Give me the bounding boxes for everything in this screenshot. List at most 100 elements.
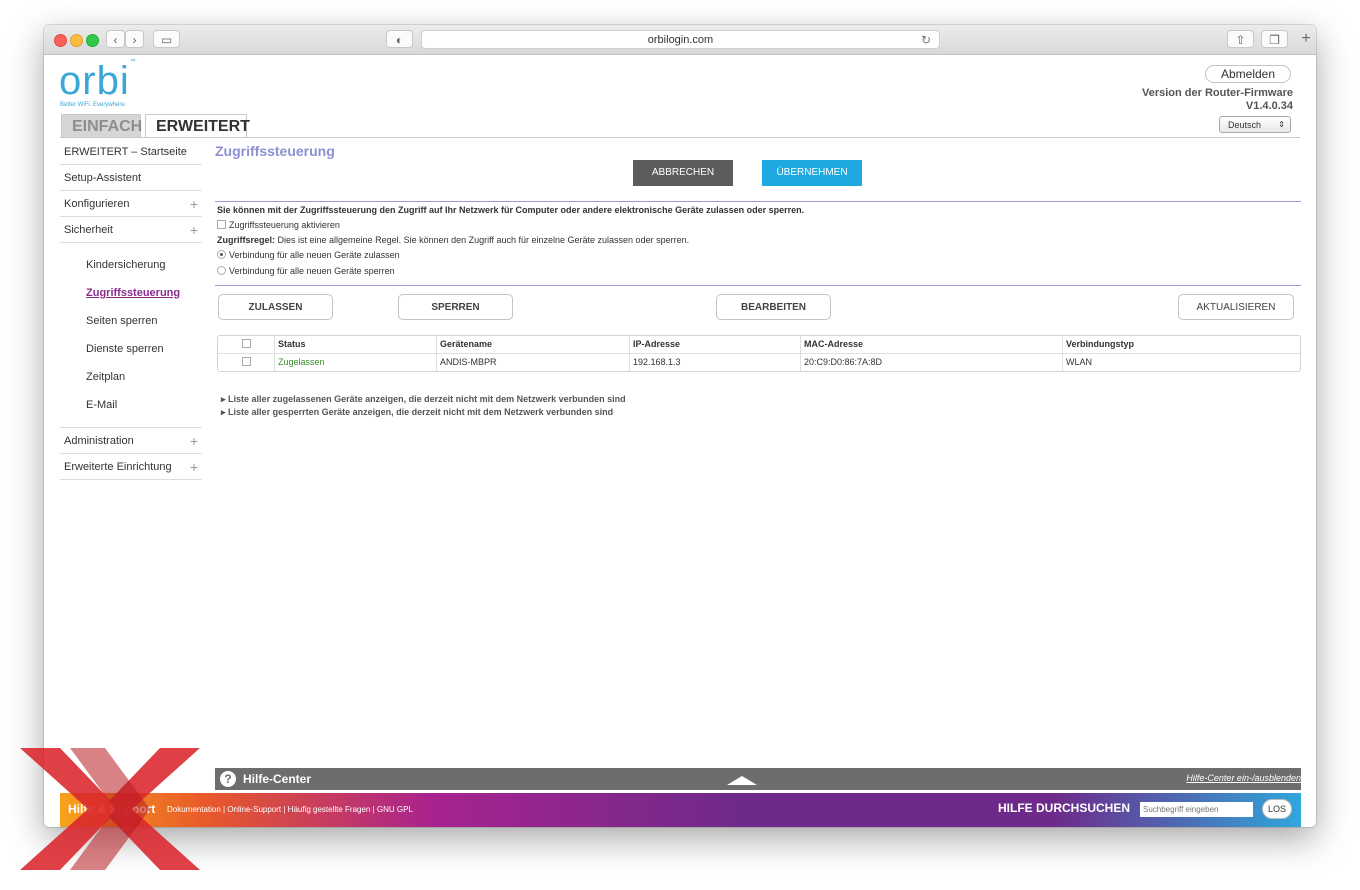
sidebar-sub-block-services[interactable]: Dienste sperren	[60, 335, 202, 363]
column-header-status[interactable]: Status	[274, 336, 436, 353]
device-mac: 20:C9:D0:86:7A:8D	[800, 354, 1062, 371]
column-header-mac[interactable]: MAC-Adresse	[800, 336, 1062, 353]
enable-access-control-row[interactable]: Zugriffssteuerung aktivieren	[217, 220, 340, 230]
cancel-button[interactable]: ABBRECHEN	[633, 160, 733, 186]
show-allowed-offline-link[interactable]: ▸ Liste aller zugelassenen Geräte anzeig…	[221, 394, 626, 405]
tab-erweitert[interactable]: ERWEITERT	[145, 114, 250, 138]
language-value: Deutsch	[1228, 120, 1262, 130]
column-header-device-name[interactable]: Gerätename	[436, 336, 629, 353]
access-rule-label: Zugriffsregel:	[217, 235, 276, 245]
radio-label: Verbindung für alle neuen Geräte zulasse…	[229, 250, 400, 260]
share-icon: ⇧	[1235, 33, 1246, 47]
help-center-toggle-link[interactable]: Hilfe-Center ein-/ausblenden	[1186, 773, 1301, 783]
edit-button[interactable]: BEARBEITEN	[716, 294, 831, 320]
help-search-label: HILFE DURCHSUCHEN	[998, 801, 1130, 815]
sidebar-spacer	[60, 419, 202, 428]
sidebar-sub-parental-control[interactable]: Kindersicherung	[60, 251, 202, 279]
sidebar-item-security[interactable]: Sicherheit +	[60, 217, 202, 243]
expand-plus-icon[interactable]: +	[190, 191, 198, 218]
help-expand-arrow-icon[interactable]	[727, 776, 757, 785]
sidebar-item-administration[interactable]: Administration +	[60, 428, 202, 454]
block-new-devices-row[interactable]: Verbindung für alle neuen Geräte sperren	[217, 266, 395, 276]
table-header-row: Status Gerätename IP-Adresse MAC-Adresse…	[218, 336, 1300, 354]
sidebar-sub-block-sites[interactable]: Seiten sperren	[60, 307, 202, 335]
sidebar-icon: ▭	[160, 33, 173, 47]
select-all-checkbox[interactable]	[241, 339, 251, 348]
logout-button[interactable]: Abmelden	[1205, 65, 1291, 83]
expand-plus-icon[interactable]: +	[190, 454, 198, 481]
minimize-window-button[interactable]	[70, 34, 83, 47]
new-tab-button[interactable]: +	[1296, 30, 1316, 48]
sidebar-item-configure[interactable]: Konfigurieren +	[60, 191, 202, 217]
device-ip: 192.168.1.3	[629, 354, 800, 371]
forward-button[interactable]: ›	[125, 30, 144, 48]
zoom-window-button[interactable]	[86, 34, 99, 47]
url-text: orbilogin.com	[647, 34, 714, 46]
sidebar-item-label: Konfigurieren	[64, 198, 130, 210]
browser-titlebar: ‹ › ▭ ◐ orbilogin.com ↻ ⇧ ❐ +	[44, 25, 1316, 55]
sidebar-sub-schedule[interactable]: Zeitplan	[60, 363, 202, 391]
orbi-logo: orbi™	[59, 59, 137, 104]
row-checkbox[interactable]	[241, 357, 251, 366]
reader-button[interactable]: ◐	[386, 30, 413, 48]
device-status: Zugelassen	[274, 354, 436, 371]
tab-einfach[interactable]: EINFACH	[61, 114, 142, 138]
address-bar[interactable]: orbilogin.com ↻	[421, 30, 940, 49]
support-footer: Hilfe & Support Dokumentation | Online-S…	[60, 793, 1301, 827]
browser-window: ‹ › ▭ ◐ orbilogin.com ↻ ⇧ ❐ + orbi™ Bett…	[44, 25, 1316, 827]
table-row[interactable]: Zugelassen ANDIS-MBPR 192.168.1.3 20:C9:…	[218, 354, 1300, 371]
sidebar-sub-access-control[interactable]: Zugriffssteuerung	[60, 279, 202, 307]
firmware-label: Version der Router-Firmware	[1142, 87, 1293, 99]
block-new-devices-radio[interactable]	[217, 266, 226, 275]
intro-text: Sie können mit der Zugriffssteuerung den…	[217, 205, 805, 215]
help-question-icon: ?	[220, 771, 236, 787]
share-button[interactable]: ⇧	[1227, 30, 1254, 48]
sidebar-item-setup-wizard[interactable]: Setup-Assistent	[60, 165, 202, 191]
block-button[interactable]: SPERREN	[398, 294, 513, 320]
language-select[interactable]: Deutsch ⇕	[1219, 116, 1291, 133]
allow-new-devices-row[interactable]: Verbindung für alle neuen Geräte zulasse…	[217, 250, 400, 260]
row-select-cell	[218, 354, 274, 371]
allow-new-devices-radio[interactable]	[217, 250, 226, 259]
apply-button[interactable]: ÜBERNEHMEN	[762, 160, 862, 186]
expand-plus-icon[interactable]: +	[190, 428, 198, 455]
plus-icon: +	[1301, 30, 1311, 47]
sidebar-item-home[interactable]: ERWEITERT – Startseite	[60, 139, 202, 165]
sidebar-toggle-button[interactable]: ▭	[153, 30, 180, 48]
sidebar-item-advanced-setup[interactable]: Erweiterte Einrichtung +	[60, 454, 202, 480]
close-window-button[interactable]	[54, 34, 67, 47]
select-all-cell	[218, 336, 274, 353]
access-rule-description: Dies ist eine allgemeine Regel. Sie könn…	[275, 235, 690, 245]
back-button[interactable]: ‹	[106, 30, 125, 48]
logo-tagline: Better WiFi. Everywhere.	[60, 102, 127, 108]
checkbox-label: Zugriffssteuerung aktivieren	[229, 220, 340, 230]
chevron-right-icon: ›	[132, 33, 137, 47]
sidebar-item-label: Administration	[64, 435, 134, 447]
tab-divider	[60, 137, 1300, 138]
sidebar-item-label: Setup-Assistent	[64, 172, 142, 184]
toggle-icon: ◐	[395, 33, 404, 47]
support-links[interactable]: Dokumentation | Online-Support | Häufig …	[167, 805, 413, 814]
tabs-button[interactable]: ❐	[1261, 30, 1288, 48]
help-search-button[interactable]: LOS	[1262, 799, 1292, 819]
show-blocked-offline-link[interactable]: ▸ Liste aller gesperrten Geräte anzeigen…	[221, 407, 613, 418]
link-label: Liste aller zugelassenen Geräte anzeigen…	[228, 394, 626, 404]
firmware-version: V1.4.0.34	[1245, 100, 1293, 112]
divider	[215, 201, 1301, 202]
reload-icon[interactable]: ↻	[921, 31, 931, 49]
expand-plus-icon[interactable]: +	[190, 217, 198, 244]
sidebar-sub-email[interactable]: E-Mail	[60, 391, 202, 419]
column-header-connection-type[interactable]: Verbindungstyp	[1062, 336, 1300, 353]
router-page: orbi™ Better WiFi. Everywhere. EINFACH E…	[44, 55, 1316, 827]
enable-access-control-checkbox[interactable]	[217, 220, 226, 229]
radio-label: Verbindung für alle neuen Geräte sperren	[229, 266, 395, 276]
help-center-bar: ? Hilfe-Center Hilfe-Center ein-/ausblen…	[215, 768, 1301, 790]
help-center-title: Hilfe-Center	[243, 772, 312, 786]
help-search-input[interactable]	[1140, 802, 1253, 817]
device-connection-type: WLAN	[1062, 354, 1300, 371]
column-header-ip[interactable]: IP-Adresse	[629, 336, 800, 353]
refresh-button[interactable]: AKTUALISIEREN	[1178, 294, 1294, 320]
allow-button[interactable]: ZULASSEN	[218, 294, 333, 320]
logo-trademark: ™	[129, 59, 137, 65]
